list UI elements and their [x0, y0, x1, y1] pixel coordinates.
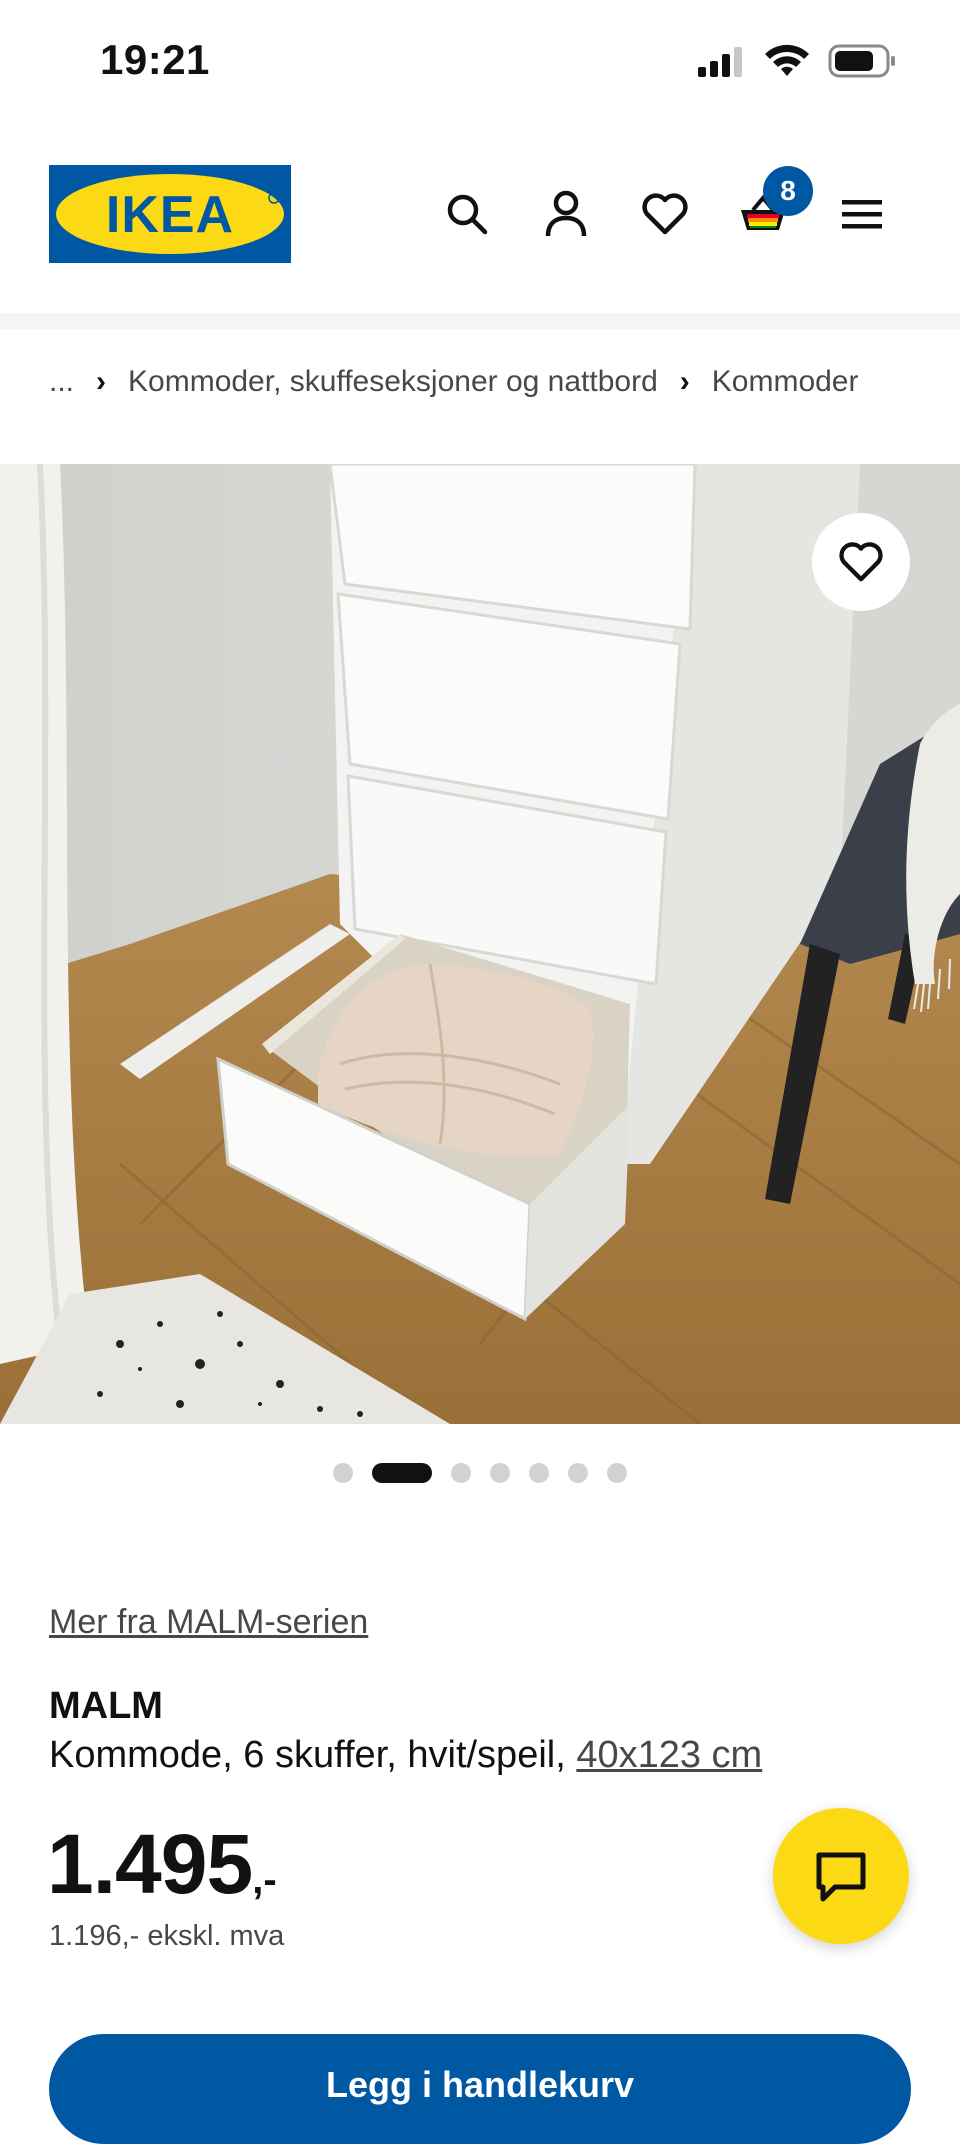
- product-image[interactable]: [0, 464, 960, 1424]
- breadcrumb-item-current[interactable]: Kommoder: [712, 365, 859, 399]
- wishlist-heart-icon[interactable]: [635, 184, 695, 244]
- status-time: 19:21: [100, 36, 210, 83]
- product-name: MALM: [49, 1685, 163, 1727]
- battery-icon: [828, 44, 895, 78]
- cart-count-badge: 8: [763, 166, 813, 216]
- chat-button[interactable]: [773, 1808, 909, 1944]
- breadcrumb: ... › Kommoder, skuffeseksjoner og nattb…: [49, 360, 858, 404]
- carousel-dot[interactable]: [568, 1463, 588, 1483]
- price-amount: 1.495: [47, 1817, 253, 1911]
- carousel-dot-active[interactable]: [372, 1463, 432, 1483]
- ikea-logo[interactable]: IKEA: [49, 165, 291, 263]
- product-price: 1.495 ,-: [47, 1816, 277, 1913]
- chevron-right-icon: ›: [679, 365, 690, 398]
- series-link[interactable]: Mer fra MALM-serien: [49, 1603, 368, 1642]
- size-link[interactable]: 40x123 cm: [576, 1734, 762, 1776]
- carousel-dot[interactable]: [451, 1463, 471, 1483]
- logo-text: IKEA: [106, 186, 234, 244]
- price-suffix: ,-: [252, 1858, 277, 1902]
- carousel-dot[interactable]: [333, 1463, 353, 1483]
- breadcrumb-item-category[interactable]: Kommoder, skuffeseksjoner og nattbord: [128, 365, 658, 399]
- favorite-button[interactable]: [812, 513, 910, 611]
- wifi-icon: [765, 44, 809, 76]
- header-divider: [0, 313, 960, 329]
- carousel-dot[interactable]: [607, 1463, 627, 1483]
- product-description: Kommode, 6 skuffer, hvit/speil, 40x123 c…: [49, 1734, 762, 1777]
- site-header: IKEA 8: [0, 140, 960, 290]
- carousel-dot[interactable]: [529, 1463, 549, 1483]
- search-icon[interactable]: [437, 184, 497, 244]
- product-description-text: Kommode, 6 skuffer, hvit/speil,: [49, 1734, 577, 1776]
- chat-icon: [816, 1852, 866, 1902]
- chevron-right-icon: ›: [96, 365, 107, 398]
- status-bar: 19:21: [0, 0, 960, 120]
- signal-icon: [698, 47, 742, 77]
- menu-icon[interactable]: [832, 184, 892, 244]
- carousel-dot[interactable]: [490, 1463, 510, 1483]
- breadcrumb-ellipsis[interactable]: ...: [49, 365, 74, 399]
- price-excl-vat: 1.196,- ekskl. mva: [49, 1920, 285, 1952]
- profile-icon[interactable]: [536, 184, 596, 244]
- status-icons: [696, 44, 896, 78]
- heart-icon: [839, 542, 883, 582]
- add-to-cart-button[interactable]: Legg i handlekurv: [49, 2034, 911, 2144]
- carousel-indicator: [0, 1463, 960, 1483]
